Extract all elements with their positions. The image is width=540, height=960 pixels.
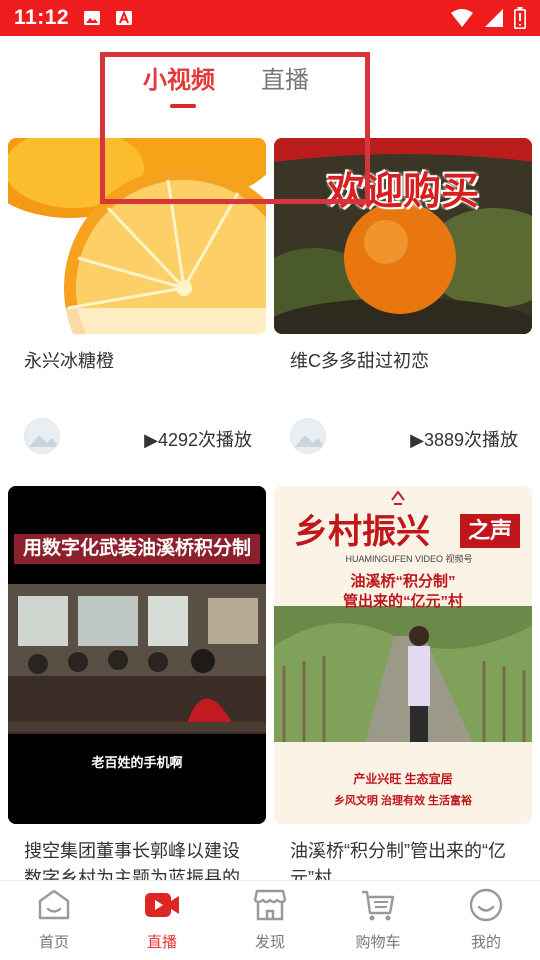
video-thumbnail-village-poster[interactable]: 乡村振兴 之声 HUAMINGUFEN VIDEO 视频号 油溪桥“积分制” 管… <box>274 486 532 824</box>
store-icon <box>253 889 287 921</box>
play-count: ▶4292次播放 <box>144 430 252 450</box>
nav-discover[interactable]: 发现 <box>225 887 315 952</box>
nav-label: 购物车 <box>355 934 401 951</box>
bottom-nav: 首页 直播 发现 购物车 我的 <box>0 880 540 960</box>
video-title[interactable]: 永兴冰糖橙 <box>24 348 256 375</box>
avatar[interactable] <box>290 418 326 454</box>
nav-label: 首页 <box>38 934 69 951</box>
video-card[interactable]: 欢迎购买 维C多多甜过初恋 ▶3889次播放 <box>274 138 532 478</box>
nav-label: 我的 <box>470 934 501 951</box>
avatar[interactable] <box>24 418 60 454</box>
status-bar: 11:12 <box>0 0 540 36</box>
signal-icon <box>485 9 503 27</box>
poster-slogan-1: 产业兴旺 生态宜居 <box>353 772 453 786</box>
video-camera-icon <box>145 893 179 917</box>
video-thumbnail-orange-tree[interactable]: 欢迎购买 <box>274 138 532 334</box>
poster-slogan-2: 乡风文明 治理有效 生活富裕 <box>333 795 473 807</box>
a-icon <box>116 10 133 25</box>
video-card[interactable]: 用数字化武装油溪桥积分制 老百姓的手机啊 搜空集团董事长郭峰以建设数字乡村为主题… <box>8 486 266 880</box>
play-count: ▶3889次播放 <box>410 430 518 450</box>
smiley-icon <box>469 888 503 922</box>
video-title[interactable]: 维C多多甜过初恋 <box>290 348 522 375</box>
poster-heading: 乡村振兴 <box>294 512 430 552</box>
video-grid: 永兴冰糖橙 ▶4292次播放 欢迎购买 维C多多甜过初恋 ▶3889次播放 用数… <box>0 138 540 880</box>
poster-brand: HUAMINGUFEN VIDEO 视频号 <box>345 554 473 564</box>
thumbnail-overlay-text: 欢迎购买 <box>326 171 479 213</box>
poster-badge: 之声 <box>460 514 520 548</box>
video-card[interactable]: 乡村振兴 之声 HUAMINGUFEN VIDEO 视频号 油溪桥“积分制” 管… <box>274 486 532 880</box>
poster-subtitle-2: 管出来的“亿元”村 <box>342 593 463 610</box>
tab-short-video[interactable]: 小视频 <box>143 60 215 95</box>
wifi-icon <box>451 9 473 27</box>
top-tab-bar: 小视频 直播 <box>0 36 540 174</box>
tab-live[interactable]: 直播 <box>261 60 309 95</box>
video-card[interactable]: 永兴冰糖橙 ▶4292次播放 <box>8 138 266 478</box>
video-thumbnail-oranges[interactable] <box>8 138 266 334</box>
home-icon <box>38 889 70 920</box>
nav-me[interactable]: 我的 <box>441 887 531 952</box>
poster-subtitle-1: 油溪桥“积分制” <box>350 573 456 590</box>
battery-icon <box>514 7 526 29</box>
nav-cart[interactable]: 购物车 <box>333 887 423 952</box>
nav-home[interactable]: 首页 <box>9 887 99 952</box>
video-title[interactable]: 搜空集团董事长郭峰以建设数字乡村为主题为蓝振县的 <box>24 838 256 880</box>
thumbnail-caption: 老百姓的手机啊 <box>91 755 183 770</box>
image-icon <box>84 11 101 25</box>
thumbnail-overlay-text: 用数字化武装油溪桥积分制 <box>14 534 260 564</box>
status-time: 11:12 <box>14 6 70 29</box>
video-thumbnail-meeting[interactable]: 用数字化武装油溪桥积分制 老百姓的手机啊 <box>8 486 266 824</box>
cart-icon <box>362 890 395 921</box>
nav-live[interactable]: 直播 <box>117 887 207 952</box>
video-title[interactable]: 油溪桥“积分制”管出来的“亿元”村 <box>290 838 522 880</box>
nav-label: 发现 <box>254 934 285 951</box>
nav-label: 直播 <box>146 934 177 951</box>
active-tab-indicator <box>170 104 196 108</box>
